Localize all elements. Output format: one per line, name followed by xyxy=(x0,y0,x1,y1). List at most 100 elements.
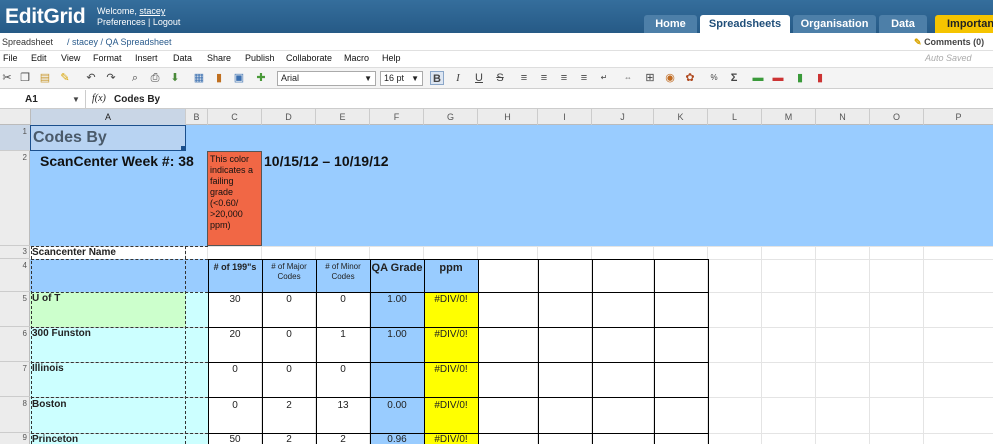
column-header-b[interactable]: B xyxy=(186,109,208,125)
cell-name[interactable]: Princeton xyxy=(32,434,182,444)
cell-199s[interactable]: 30 xyxy=(208,294,262,305)
cell-199s[interactable]: 0 xyxy=(208,400,262,411)
wrap-text-icon[interactable]: ↵ xyxy=(597,71,611,85)
insert-column-icon[interactable]: ▮ xyxy=(793,71,807,85)
tab-home[interactable]: Home xyxy=(644,15,697,33)
cell-199s[interactable]: 0 xyxy=(208,364,262,375)
underline-icon[interactable]: U xyxy=(472,71,486,85)
column-header-c[interactable]: C xyxy=(208,109,262,125)
column-header-o[interactable]: O xyxy=(870,109,924,125)
format-painter-icon[interactable]: ✎ xyxy=(58,71,72,85)
cell-minor[interactable]: 0 xyxy=(316,364,370,375)
cell-grade[interactable]: 1.00 xyxy=(370,329,424,340)
header-199s[interactable]: # of 199"s xyxy=(208,262,262,273)
align-left-icon[interactable]: ≡ xyxy=(517,71,531,85)
delete-row-icon[interactable]: ▬ xyxy=(771,71,785,85)
menu-insert[interactable]: Insert xyxy=(135,53,158,63)
cell-major[interactable]: 0 xyxy=(262,329,316,340)
tab-organisation[interactable]: Organisation xyxy=(793,15,876,33)
menu-edit[interactable]: Edit xyxy=(31,53,47,63)
cell-minor[interactable]: 2 xyxy=(316,434,370,444)
redo-icon[interactable]: ↷ xyxy=(104,71,118,85)
row-header-7[interactable]: 7 xyxy=(0,362,30,397)
row-header-1[interactable]: 1 xyxy=(0,125,30,151)
row-header-8[interactable]: 8 xyxy=(0,397,30,433)
number-format-icon[interactable]: % xyxy=(707,71,721,85)
cell-grade[interactable]: 0.00 xyxy=(370,400,424,411)
menu-help[interactable]: Help xyxy=(382,53,401,63)
cell-199s[interactable]: 20 xyxy=(208,329,262,340)
import-icon[interactable]: ⬇ xyxy=(168,71,182,85)
cell-ppm[interactable]: #DIV/0! xyxy=(424,329,478,340)
row-header-2[interactable]: 2 xyxy=(0,151,30,246)
align-center-icon[interactable]: ≡ xyxy=(537,71,551,85)
print-icon[interactable]: ⎙ xyxy=(148,71,162,85)
column-header-f[interactable]: F xyxy=(370,109,424,125)
cell-c2-legend[interactable]: This color indicates a failing grade (<0… xyxy=(207,151,262,246)
italic-icon[interactable]: I xyxy=(451,71,465,85)
cell-major[interactable]: 2 xyxy=(262,400,316,411)
font-family-select[interactable]: Arial ▼ xyxy=(277,71,376,86)
tab-important[interactable]: Important xyxy=(935,15,993,33)
menu-publish[interactable]: Publish xyxy=(245,53,275,63)
cell-a2[interactable]: ScanCenter Week #: 38 xyxy=(40,153,210,173)
strikethrough-icon[interactable]: S xyxy=(493,71,507,85)
fill-handle[interactable] xyxy=(181,146,186,151)
cell-name[interactable]: Boston xyxy=(32,399,182,410)
function-icon[interactable]: f(x) xyxy=(92,93,106,104)
cell-major[interactable]: 0 xyxy=(262,294,316,305)
column-header-g[interactable]: G xyxy=(424,109,478,125)
cell-major[interactable]: 2 xyxy=(262,434,316,444)
cell-reference-box[interactable]: A1 ▼ xyxy=(0,90,86,109)
add-icon[interactable]: ✚ xyxy=(254,71,268,85)
menu-file[interactable]: File xyxy=(3,53,18,63)
row-header-6[interactable]: 6 xyxy=(0,327,30,362)
export-icon[interactable]: ▦ xyxy=(192,71,206,85)
cell-name[interactable]: Illinois xyxy=(32,363,182,374)
cell-d2[interactable]: 10/15/12 – 10/19/12 xyxy=(264,153,464,173)
tab-data[interactable]: Data xyxy=(879,15,927,33)
cell-ppm[interactable]: #DIV/0! xyxy=(424,294,478,305)
column-header-a[interactable]: A xyxy=(31,109,186,125)
cut-icon[interactable]: ✂ xyxy=(0,71,14,85)
cell-minor[interactable]: 13 xyxy=(316,400,370,411)
cell-grade[interactable]: 0.96 xyxy=(370,434,424,444)
cell-a1[interactable]: Codes By xyxy=(30,125,186,151)
row-header-9[interactable]: 9 xyxy=(0,433,30,444)
username-link[interactable]: stacey xyxy=(139,6,165,16)
header-qa-grade[interactable]: QA Grade xyxy=(370,262,424,274)
header-minor-codes[interactable]: # of Minor Codes xyxy=(316,262,370,282)
column-header-e[interactable]: E xyxy=(316,109,370,125)
header-ppm[interactable]: ppm xyxy=(424,262,478,274)
column-header-l[interactable]: L xyxy=(708,109,762,125)
select-all-corner[interactable] xyxy=(0,109,31,125)
logout-link[interactable]: Logout xyxy=(153,17,181,27)
menu-format[interactable]: Format xyxy=(93,53,122,63)
editgrid-logo[interactable]: EditGrid xyxy=(5,5,86,29)
menu-view[interactable]: View xyxy=(61,53,80,63)
font-size-select[interactable]: 16 pt ▼ xyxy=(380,71,423,86)
chart-icon[interactable]: ▮ xyxy=(212,71,226,85)
undo-icon[interactable]: ↶ xyxy=(84,71,98,85)
spreadsheet-grid[interactable]: Codes By ScanCenter Week #: 38 This colo… xyxy=(30,125,993,444)
menu-collaborate[interactable]: Collaborate xyxy=(286,53,332,63)
paste-icon[interactable]: ▤ xyxy=(38,71,52,85)
column-header-n[interactable]: N xyxy=(816,109,870,125)
breadcrumb-path[interactable]: / stacey / QA Spreadsheet xyxy=(67,37,172,47)
tab-spreadsheets[interactable]: Spreadsheets xyxy=(700,15,790,33)
cell-grade[interactable]: 1.00 xyxy=(370,294,424,305)
sheet-icon[interactable]: ▣ xyxy=(232,71,246,85)
merge-cells-icon[interactable]: ⇔ xyxy=(621,71,635,85)
menu-data[interactable]: Data xyxy=(173,53,192,63)
cell-minor[interactable]: 1 xyxy=(316,329,370,340)
find-icon[interactable]: ⌕ xyxy=(128,71,142,85)
cell-name[interactable]: U of T xyxy=(32,293,182,304)
justify-icon[interactable]: ≡ xyxy=(577,71,591,85)
column-header-k[interactable]: K xyxy=(654,109,708,125)
cell-ppm[interactable]: #DIV/0! xyxy=(424,434,478,444)
insert-row-icon[interactable]: ▬ xyxy=(751,71,765,85)
row-header-5[interactable]: 5 xyxy=(0,292,30,327)
row-header-3[interactable]: 3 xyxy=(0,246,30,259)
column-header-d[interactable]: D xyxy=(262,109,316,125)
row-header-4[interactable]: 4 xyxy=(0,259,30,292)
